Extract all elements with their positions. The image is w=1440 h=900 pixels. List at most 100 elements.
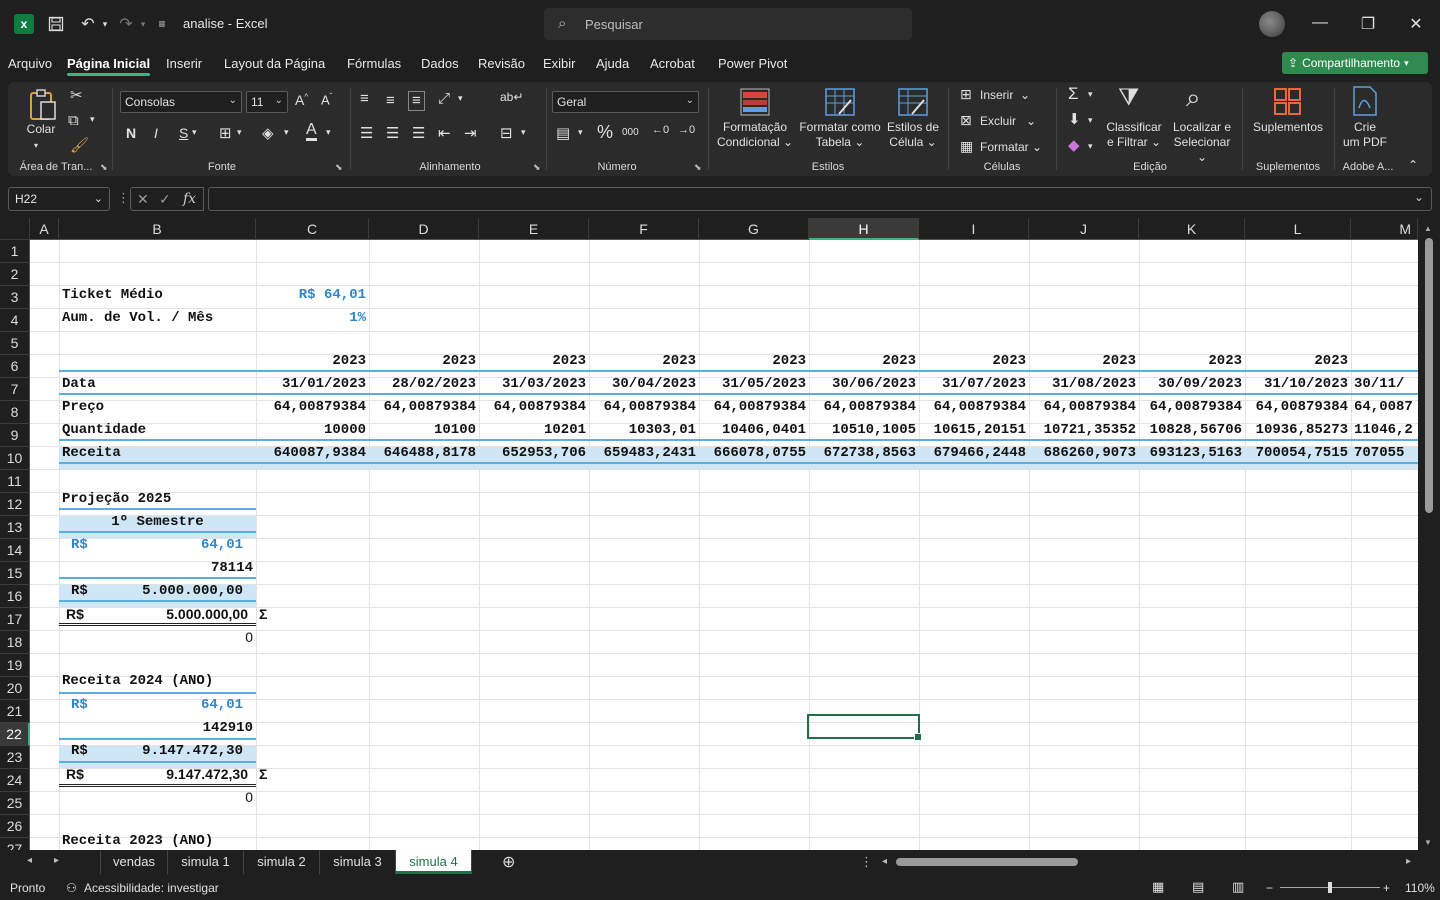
tab-inserir[interactable]: Inserir — [166, 56, 202, 71]
italic-button[interactable]: I — [154, 125, 158, 141]
conditional-format-icon[interactable] — [740, 88, 770, 116]
receita-cell[interactable]: 659483,2431 — [589, 442, 699, 465]
enter-icon[interactable]: ✓ — [159, 191, 171, 208]
addins-button[interactable]: Suplementos — [1248, 120, 1328, 135]
proj-price-currency[interactable]: R$ — [68, 534, 108, 557]
r24-price-currency[interactable]: R$ — [68, 694, 108, 717]
col-header-b[interactable]: B — [59, 218, 256, 240]
font-name-select[interactable]: Consolas ⌄ — [120, 91, 242, 113]
align-right-icon[interactable]: ☰ — [412, 124, 425, 142]
date-cell[interactable]: 31/07/2023 — [919, 373, 1029, 396]
cut-icon[interactable]: ✂ — [70, 86, 83, 104]
customize-toolbar-icon[interactable]: ≡ — [150, 12, 174, 36]
row-header-18[interactable]: 18 — [0, 631, 30, 654]
proj-rev-currency[interactable]: R$ — [68, 580, 108, 603]
r24-rev[interactable]: 9.147.472,30 — [110, 740, 246, 763]
font-size-select[interactable]: 11 ⌄ — [246, 91, 288, 113]
row-header-21[interactable]: 21 — [0, 700, 30, 723]
vol-label[interactable]: Aum. de Vol. / Mês — [59, 307, 256, 330]
row-header-1[interactable]: 1 — [0, 240, 30, 263]
page-break-icon[interactable]: ▥ — [1232, 879, 1244, 895]
year-cell[interactable]: 2023 — [1029, 350, 1139, 373]
tab-arquivo[interactable]: Arquivo — [8, 56, 52, 71]
preco-label[interactable]: Preço — [59, 396, 256, 419]
decrease-indent-icon[interactable]: ⇤ — [438, 124, 451, 142]
qtd-cell[interactable]: 10936,85273 — [1245, 419, 1351, 442]
col-header-m[interactable]: M — [1351, 218, 1418, 240]
minimize-icon[interactable]: — — [1310, 14, 1330, 32]
year-cell[interactable]: 2023 — [369, 350, 479, 373]
formula-bar-splitter-icon[interactable]: ⋮ — [117, 190, 130, 206]
row-header-20[interactable]: 20 — [0, 677, 30, 700]
chevron-down-icon[interactable]: ▾ — [192, 127, 197, 138]
share-button[interactable]: ⇪ Compartilhamento ▾ — [1282, 52, 1428, 74]
format-painter-icon[interactable]: 🖌 — [70, 136, 89, 154]
preco-cell[interactable]: 64,00879384 — [919, 396, 1029, 419]
preco-cell[interactable]: 64,00879384 — [369, 396, 479, 419]
row-header-19[interactable]: 19 — [0, 654, 30, 677]
row-header-2[interactable]: 2 — [0, 263, 30, 286]
increase-decimal-icon[interactable]: ←0 — [652, 124, 669, 136]
delete-cells-icon[interactable]: ⊠ — [960, 112, 972, 129]
r24-price[interactable]: 64,01 — [110, 694, 246, 717]
normal-view-icon[interactable]: ▦ — [1152, 879, 1164, 895]
row-header-15[interactable]: 15 — [0, 562, 30, 585]
clear-icon[interactable]: ◆ — [1068, 136, 1080, 154]
year-cell[interactable]: 2023 — [1245, 350, 1351, 373]
zoom-out-icon[interactable]: − — [1266, 881, 1273, 895]
insert-function-icon[interactable]: fx — [183, 191, 196, 207]
row-header-6[interactable]: 6 — [0, 355, 30, 378]
chevron-down-icon[interactable]: ▾ — [284, 127, 289, 138]
worksheet-grid[interactable]: A B C D E F G H I J K L M 1 2 3 4 5 6 7 8 9 10 11 1… — [0, 218, 1440, 850]
font-color-icon[interactable]: A — [306, 122, 317, 141]
cell-styles-button[interactable]: Estilos de Célula ⌄ — [884, 120, 942, 150]
proj-rev[interactable]: 5.000.000,00 — [110, 580, 246, 603]
scroll-left-icon[interactable]: ◂ — [882, 856, 887, 867]
merge-center-icon[interactable]: ⊟ — [500, 124, 513, 142]
date-cell[interactable]: 30/04/2023 — [589, 373, 699, 396]
number-format-select[interactable]: Geral ⌄ — [552, 91, 699, 113]
col-header-d[interactable]: D — [369, 218, 479, 240]
scroll-right-icon[interactable]: ▸ — [1406, 856, 1411, 867]
r23-title[interactable]: Receita 2023 (ANO) — [59, 830, 256, 850]
sheet-tab-simula-3[interactable]: simula 3 — [320, 850, 396, 874]
select-all-corner[interactable] — [0, 218, 30, 240]
col-header-c[interactable]: C — [256, 218, 369, 240]
align-middle-icon[interactable]: ≡ — [386, 92, 395, 109]
row-header-25[interactable]: 25 — [0, 792, 30, 815]
proj-sum[interactable]: 5.000.000,00 — [110, 603, 251, 626]
date-cell[interactable]: 31/10/2023 — [1245, 373, 1351, 396]
save-icon[interactable] — [44, 12, 68, 36]
proj-price[interactable]: 64,01 — [110, 534, 246, 557]
ticket-label[interactable]: Ticket Médio — [59, 284, 256, 307]
format-table-button[interactable]: Formatar como Tabela ⌄ — [798, 120, 882, 150]
receita-cell[interactable]: 646488,8178 — [369, 442, 479, 465]
row-header-14[interactable]: 14 — [0, 539, 30, 562]
sheet-tab-simula-4[interactable]: simula 4 — [396, 850, 472, 874]
date-cell[interactable]: 30/09/2023 — [1139, 373, 1245, 396]
r24-qty[interactable]: 142910 — [59, 717, 256, 740]
year-cell[interactable]: 2023 — [919, 350, 1029, 373]
prev-sheet-icon[interactable]: ◂ — [27, 855, 32, 866]
tab-revisao[interactable]: Revisão — [478, 56, 525, 71]
chevron-down-icon[interactable]: ▾ — [521, 127, 526, 138]
qtd-cell[interactable]: 10510,1005 — [809, 419, 919, 442]
align-left-icon[interactable]: ☰ — [360, 124, 373, 142]
proj-title[interactable]: Projeção 2025 — [59, 488, 256, 511]
zoom-slider-thumb[interactable] — [1328, 882, 1332, 893]
tab-layout[interactable]: Layout da Página — [224, 56, 325, 71]
sheet-tab-simula-2[interactable]: simula 2 — [244, 850, 320, 874]
receita-cell[interactable]: 652953,706 — [479, 442, 589, 465]
preco-cell[interactable]: 64,00879384 — [589, 396, 699, 419]
r24-zero[interactable]: 0 — [59, 786, 256, 809]
row-header-10[interactable]: 10 — [0, 447, 30, 470]
ticket-value[interactable]: R$ 64,01 — [256, 284, 369, 307]
row-header-13[interactable]: 13 — [0, 516, 30, 539]
r24-title[interactable]: Receita 2024 (ANO) — [59, 670, 256, 693]
find-select-button[interactable]: Localizar e Selecionar ⌄ — [1168, 120, 1236, 165]
align-top-icon[interactable]: ≡ — [360, 90, 369, 107]
row-header-7[interactable]: 7 — [0, 378, 30, 401]
format-table-icon[interactable] — [825, 88, 855, 116]
format-cells-icon[interactable]: ▦ — [960, 138, 973, 155]
currency-icon[interactable]: ▤ — [556, 124, 570, 142]
